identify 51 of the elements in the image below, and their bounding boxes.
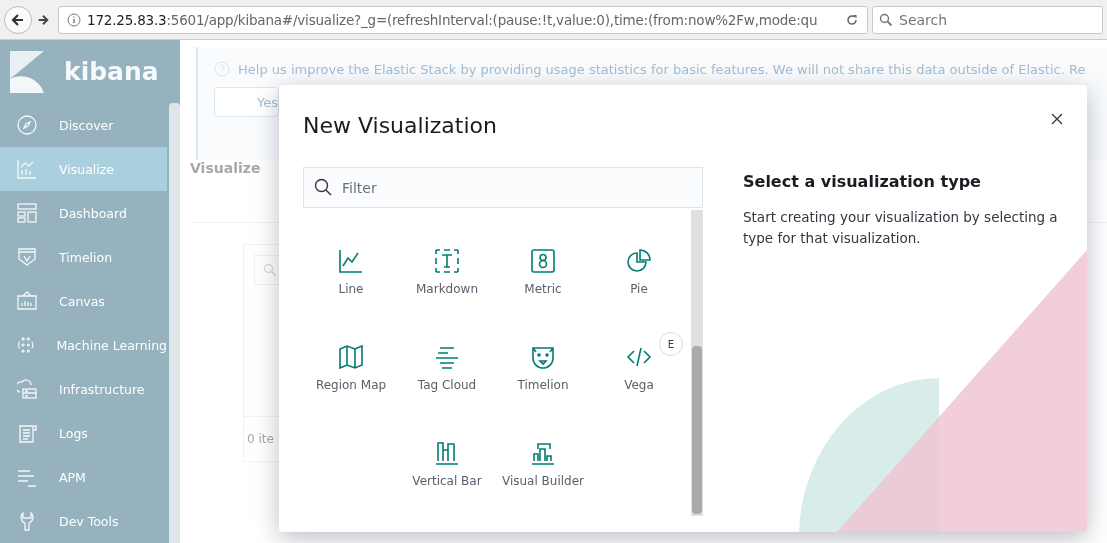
visualization-type[interactable]: Markdown <box>399 236 495 332</box>
stacked-lines-icon <box>434 344 460 370</box>
notice-text: Help us improve the Elastic Stack by providing usage statistics for basic features. We will not share this data outside of Elastic. Re <box>238 61 1086 77</box>
search-icon <box>314 178 332 196</box>
lines-icon <box>17 467 37 487</box>
logo-text: kibana <box>64 57 159 86</box>
chart-icon <box>17 159 37 179</box>
visualization-type[interactable]: Metric <box>495 236 591 332</box>
info-icon <box>67 12 81 27</box>
search-icon <box>879 12 893 27</box>
dots-icon <box>17 335 35 355</box>
help-icon <box>214 61 230 77</box>
easel-icon <box>17 291 37 311</box>
cloud-icon <box>17 379 37 399</box>
visualization-type[interactable]: Vega E <box>591 332 687 428</box>
filter-field[interactable]: Filter <box>303 167 703 208</box>
dialog-title: New Visualization <box>303 113 497 138</box>
bear-face-icon <box>530 344 556 370</box>
search-icon <box>263 263 277 277</box>
experimental-badge: E <box>659 332 683 356</box>
item-count: 0 ite <box>247 432 274 446</box>
forward-arrow-icon <box>37 13 49 26</box>
line-chart-icon <box>338 248 364 274</box>
map-icon <box>338 344 364 370</box>
search-field[interactable]: Search <box>872 5 1103 34</box>
address-field[interactable]: 172.25.83.3:5601/app/kibana#/visualize?_g=(refreshInterval:(pause:!t,value:0),time:(from:now%2Fw,mode:qu <box>58 5 868 34</box>
visualization-type[interactable]: Pie <box>591 236 687 332</box>
logo-icon <box>10 50 44 93</box>
shield-icon <box>17 247 37 267</box>
builder-icon <box>530 440 556 466</box>
scrollbar[interactable] <box>691 210 703 516</box>
visualization-type[interactable]: Line <box>303 236 399 332</box>
dashboard-icon <box>17 203 37 223</box>
compass-icon <box>17 115 37 135</box>
reload-icon[interactable] <box>845 12 859 27</box>
text-frame-icon <box>434 248 460 274</box>
visualization-type[interactable]: Region Map <box>303 332 399 428</box>
back-button[interactable] <box>4 5 32 34</box>
visualization-type[interactable]: Vertical Bar <box>399 428 495 524</box>
url-text: 172.25.83.3:5601/app/kibana#/visualize?_g=(refreshInterval:(pause:!t,value:0),time:(from:now%2Fw,mode:qu <box>87 11 819 28</box>
visualization-type[interactable]: Visual Builder <box>495 428 591 524</box>
bar-chart-icon <box>434 440 460 466</box>
wrench-icon <box>17 511 37 531</box>
visualization-type[interactable]: Timelion <box>495 332 591 428</box>
number-box-icon <box>530 248 556 274</box>
back-arrow-icon <box>11 12 25 27</box>
scrollbar[interactable] <box>169 103 180 543</box>
pie-chart-icon <box>626 248 652 274</box>
scroll-icon <box>17 423 37 443</box>
panel-title: Select a visualization type <box>743 172 982 191</box>
visualization-type[interactable]: Tag Cloud <box>399 332 495 428</box>
